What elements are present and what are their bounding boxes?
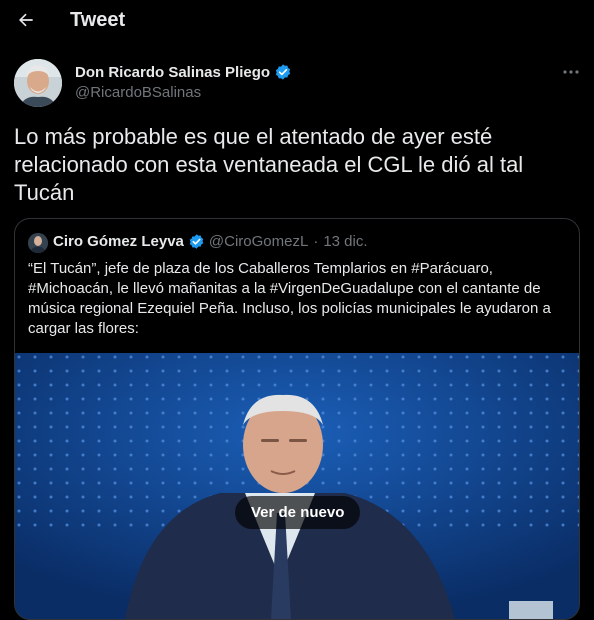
quoted-author-avatar[interactable] bbox=[28, 233, 48, 253]
more-options-button[interactable] bbox=[560, 64, 582, 80]
page-title: Tweet bbox=[70, 9, 126, 31]
video-frame bbox=[15, 353, 579, 619]
author-handle[interactable]: @RicardoBSalinas bbox=[75, 84, 201, 101]
verified-badge-icon bbox=[189, 234, 204, 249]
quoted-tweet-header: Ciro Gómez Leyva @CiroGomezL · 13 dic. bbox=[53, 233, 368, 250]
arrow-left-icon bbox=[19, 13, 33, 27]
replay-button[interactable]: Ver de nuevo bbox=[235, 496, 361, 529]
quoted-tweet-date[interactable]: 13 dic. bbox=[323, 233, 367, 250]
verified-badge-icon bbox=[275, 64, 291, 80]
author-name-text: Don Ricardo Salinas Pliego bbox=[75, 63, 271, 81]
quoted-author-handle[interactable]: @CiroGomezL bbox=[209, 233, 308, 250]
quoted-author-name[interactable]: Ciro Gómez Leyva bbox=[53, 233, 184, 250]
top-bar: Tweet bbox=[0, 0, 594, 44]
separator-dot: · bbox=[313, 233, 319, 250]
tweet-text: Lo más probable es que el atentado de ay… bbox=[14, 124, 524, 205]
author-avatar[interactable] bbox=[14, 59, 62, 107]
back-button[interactable] bbox=[12, 6, 40, 34]
quoted-tweet[interactable]: Ciro Gómez Leyva @CiroGomezL · 13 dic. “… bbox=[14, 218, 580, 620]
video-player[interactable]: Ver de nuevo bbox=[15, 353, 579, 619]
quoted-tweet-text: “El Tucán”, jefe de plaza de los Caballe… bbox=[28, 260, 551, 337]
more-horizontal-icon bbox=[563, 70, 579, 74]
author-name[interactable]: Don Ricardo Salinas Pliego bbox=[75, 63, 292, 81]
